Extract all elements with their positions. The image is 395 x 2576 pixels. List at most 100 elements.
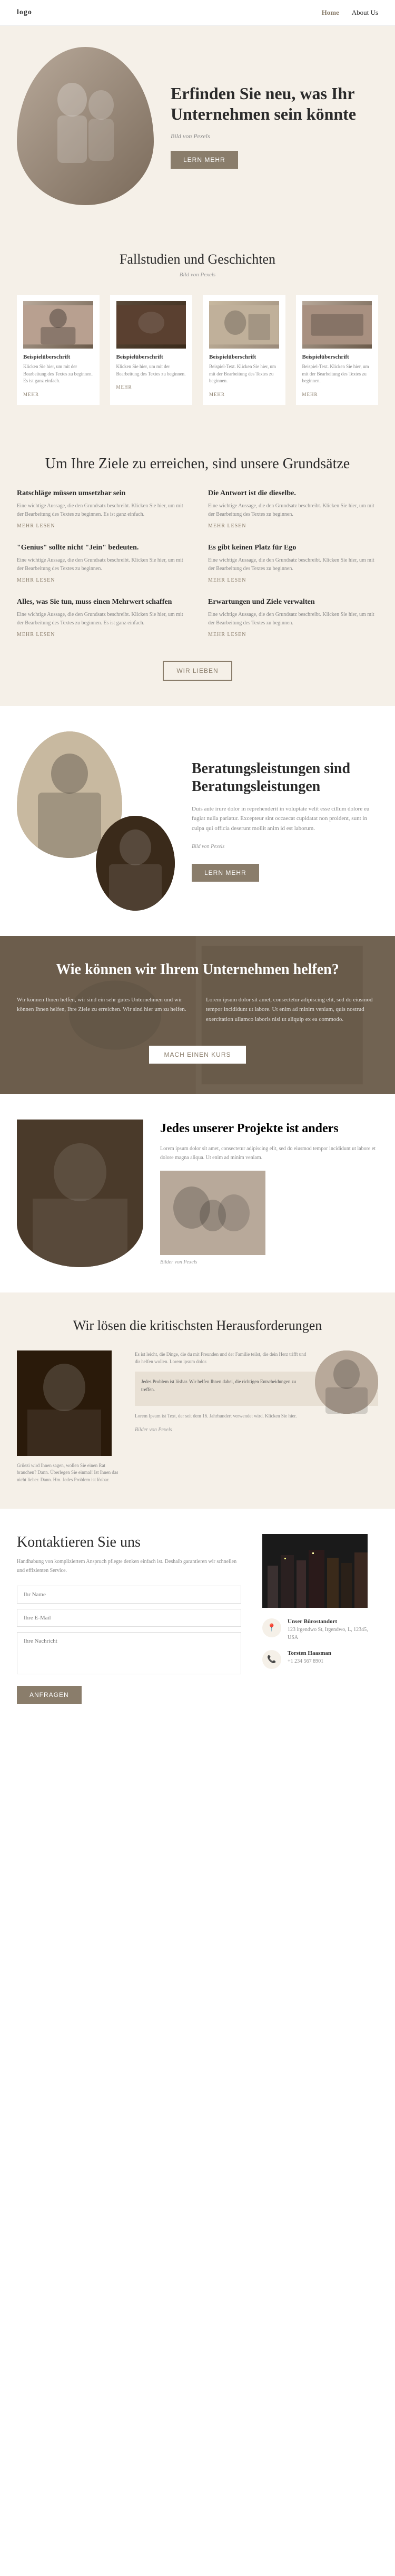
case-card-1: Beispielüberschrift Klicken Sie hier, um… xyxy=(17,295,100,405)
case-card-more-1[interactable]: MEHR xyxy=(23,392,39,397)
contact-city-image xyxy=(262,1534,368,1608)
principles-title: Um Ihre Ziele zu erreichen, sind unsere … xyxy=(17,456,378,472)
hero-image-placeholder xyxy=(17,47,154,205)
consulting-section: Beratungsleistungen sind Beratungsleistu… xyxy=(0,706,395,936)
case-card-text-2: Klicken Sie hier, um mit der Bearbeitung… xyxy=(116,363,186,378)
contact-person-text: Torsten Haasman +1 234 567 8901 xyxy=(288,1650,331,1665)
case-img-svg-1 xyxy=(23,301,93,349)
principle-title-1: Ratschläge müssen umsetzbar sein xyxy=(17,489,187,498)
principle-title-5: Alles, was Sie tun, muss einen Mehrwert … xyxy=(17,598,187,606)
case-card-text-1: Klicken Sie hier, um mit der Bearbeitung… xyxy=(23,363,93,385)
projects-image-2 xyxy=(160,1171,265,1255)
principles-section: Um Ihre Ziele zu erreichen, sind unsere … xyxy=(0,430,395,706)
case-card-image-1 xyxy=(23,301,93,349)
contact-info-col: 📍 Unser Bürostandort 123 irgendwo St, Ir… xyxy=(262,1534,378,1669)
principle-text-1: Eine wichtige Aussage, die den Grundsatz… xyxy=(17,502,187,519)
principle-title-6: Erwartungen und Ziele verwalten xyxy=(208,598,378,606)
help-section: Wie können wir Ihrem Unternehmen helfen?… xyxy=(0,936,395,1094)
location-icon: 📍 xyxy=(262,1618,281,1637)
principle-more-6[interactable]: MEHR LESEN xyxy=(208,632,378,638)
help-text-left: Wir können Ihnen helfen, wir sind ein se… xyxy=(17,995,189,1025)
projects-text-block: Jedes unserer Projekte ist anders Lorem … xyxy=(160,1122,378,1265)
challenges-left-col: Grüezi wird Ihnen sagen, wollen Sie eine… xyxy=(17,1350,122,1484)
principle-6: Erwartungen und Ziele verwalten Eine wic… xyxy=(208,598,378,638)
contact-office-address: 123 irgendwo St, Irgendwo, L, 12345, USA xyxy=(288,1626,378,1642)
contact-section: Kontaktieren Sie uns Handhabung von komp… xyxy=(0,1509,395,1729)
hero-cta-button[interactable]: LERN MEHR xyxy=(171,151,238,169)
contact-text: Handhabung von kompliziertem Anspruch pf… xyxy=(17,1557,241,1575)
hero-sub: Bild von Pexels xyxy=(171,132,378,140)
contact-svg xyxy=(262,1534,368,1608)
projects-author: Bilder von Pexels xyxy=(160,1259,378,1265)
phone-icon: 📞 xyxy=(262,1650,281,1669)
case-card-text-3: Beispiel-Text. Klicken Sie hier, um mit … xyxy=(209,363,279,385)
principle-more-5[interactable]: MEHR LESEN xyxy=(17,632,187,638)
principle-4: Es gibt keinen Platz für Ego Eine wichti… xyxy=(208,544,378,583)
case-card-title-3: Beispielüberschrift xyxy=(209,354,279,360)
nav-about[interactable]: About Us xyxy=(352,8,378,17)
challenges-author: Bilder von Pexels xyxy=(135,1426,378,1434)
help-text-right: Lorem ipsum dolor sit amet, consectetur … xyxy=(206,995,378,1025)
contact-person-name: Torsten Haasman xyxy=(288,1650,331,1656)
consulting-cta-button[interactable]: LERN MEHR xyxy=(192,864,259,882)
case-card-3: Beispielüberschrift Beispiel-Text. Klick… xyxy=(203,295,285,405)
consulting-image-2 xyxy=(96,816,175,911)
case-img-svg-4 xyxy=(302,301,372,349)
contact-office-title: Unser Bürostandort xyxy=(288,1618,378,1625)
principle-1: Ratschläge müssen umsetzbar sein Eine wi… xyxy=(17,489,187,529)
contact-title: Kontaktieren Sie uns xyxy=(17,1534,241,1551)
principle-more-2[interactable]: MEHR LESEN xyxy=(208,523,378,529)
challenges-title: Wir lösen die kritischsten Herausforderu… xyxy=(17,1318,378,1334)
case-card-more-4[interactable]: MEHR xyxy=(302,392,318,397)
contact-office-text: Unser Bürostandort 123 irgendwo St, Irge… xyxy=(288,1618,378,1642)
case-card-more-3[interactable]: MEHR xyxy=(209,392,225,397)
challenges-left-image xyxy=(17,1350,112,1456)
principle-5: Alles, was Sie tun, muss einen Mehrwert … xyxy=(17,598,187,638)
case-card-more-2[interactable]: MEHR xyxy=(116,384,132,390)
projects-svg-1 xyxy=(17,1120,143,1267)
challenges-section: Wir lösen die kritischsten Herausforderu… xyxy=(0,1292,395,1509)
nav-home[interactable]: Home xyxy=(322,8,339,17)
help-cta-button[interactable]: MACH EINEN KURS xyxy=(149,1046,245,1064)
projects-layout: Jedes unserer Projekte ist anders Lorem … xyxy=(17,1120,378,1267)
hero-heading: Erfinden Sie neu, was Ihr Unternehmen se… xyxy=(171,83,378,124)
navbar: logo Home About Us xyxy=(0,0,395,26)
contact-main: Kontaktieren Sie uns Handhabung von komp… xyxy=(17,1534,241,1704)
contact-email-input[interactable] xyxy=(17,1609,241,1627)
principles-cta-button[interactable]: WIR LIEBEN xyxy=(163,661,232,681)
case-img-svg-2 xyxy=(116,301,186,349)
projects-section: Jedes unserer Projekte ist anders Lorem … xyxy=(0,1094,395,1292)
case-card-image-2 xyxy=(116,301,186,349)
consulting-images xyxy=(17,731,175,911)
logo: logo xyxy=(17,8,32,17)
case-studies-sub: Bild von Pexels xyxy=(17,272,378,278)
principle-more-1[interactable]: MEHR LESEN xyxy=(17,523,187,529)
hero-content: Erfinden Sie neu, was Ihr Unternehmen se… xyxy=(171,83,378,169)
consulting-heading: Beratungsleistungen sind Beratungsleistu… xyxy=(192,760,378,795)
principle-text-3: Eine wichtige Aussage, die den Grundsatz… xyxy=(17,556,187,573)
contact-form: ANFRAGEN xyxy=(17,1586,241,1704)
projects-text: Lorem ipsum dolor sit amet, consectetur … xyxy=(160,1144,378,1162)
contact-message-input[interactable] xyxy=(17,1632,241,1674)
case-studies-title: Fallstudien und Geschichten xyxy=(17,252,378,267)
case-card-title-2: Beispielüberschrift xyxy=(116,354,186,360)
principles-grid: Ratschläge müssen umsetzbar sein Eine wi… xyxy=(17,489,378,638)
principle-text-4: Eine wichtige Aussage, die den Grundsatz… xyxy=(208,556,378,573)
principle-title-3: "Genius" sollte nicht "Jein" bedeuten. xyxy=(17,544,187,552)
consulting-svg-2 xyxy=(96,816,175,911)
principle-more-3[interactable]: MEHR LESEN xyxy=(17,577,187,583)
challenges-right-col: Es ist leicht, die Dinge, die du mit Fre… xyxy=(135,1350,378,1484)
contact-info-list: 📍 Unser Bürostandort 123 irgendwo St, Ir… xyxy=(262,1618,378,1669)
contact-submit-button[interactable]: ANFRAGEN xyxy=(17,1686,82,1704)
case-studies-section: Fallstudien und Geschichten Bild von Pex… xyxy=(0,226,395,430)
consulting-author: Bild von Pexels xyxy=(192,842,378,851)
hero-image xyxy=(17,47,154,205)
principle-title-4: Es gibt keinen Platz für Ego xyxy=(208,544,378,552)
case-card-image-3 xyxy=(209,301,279,349)
principle-2: Die Antwort ist die dieselbe. Eine wicht… xyxy=(208,489,378,529)
challenges-svg-circle xyxy=(315,1350,378,1414)
principle-text-2: Eine wichtige Aussage, die den Grundsatz… xyxy=(208,502,378,519)
hero-people-illustration xyxy=(38,68,133,184)
contact-name-input[interactable] xyxy=(17,1586,241,1604)
principle-more-4[interactable]: MEHR LESEN xyxy=(208,577,378,583)
